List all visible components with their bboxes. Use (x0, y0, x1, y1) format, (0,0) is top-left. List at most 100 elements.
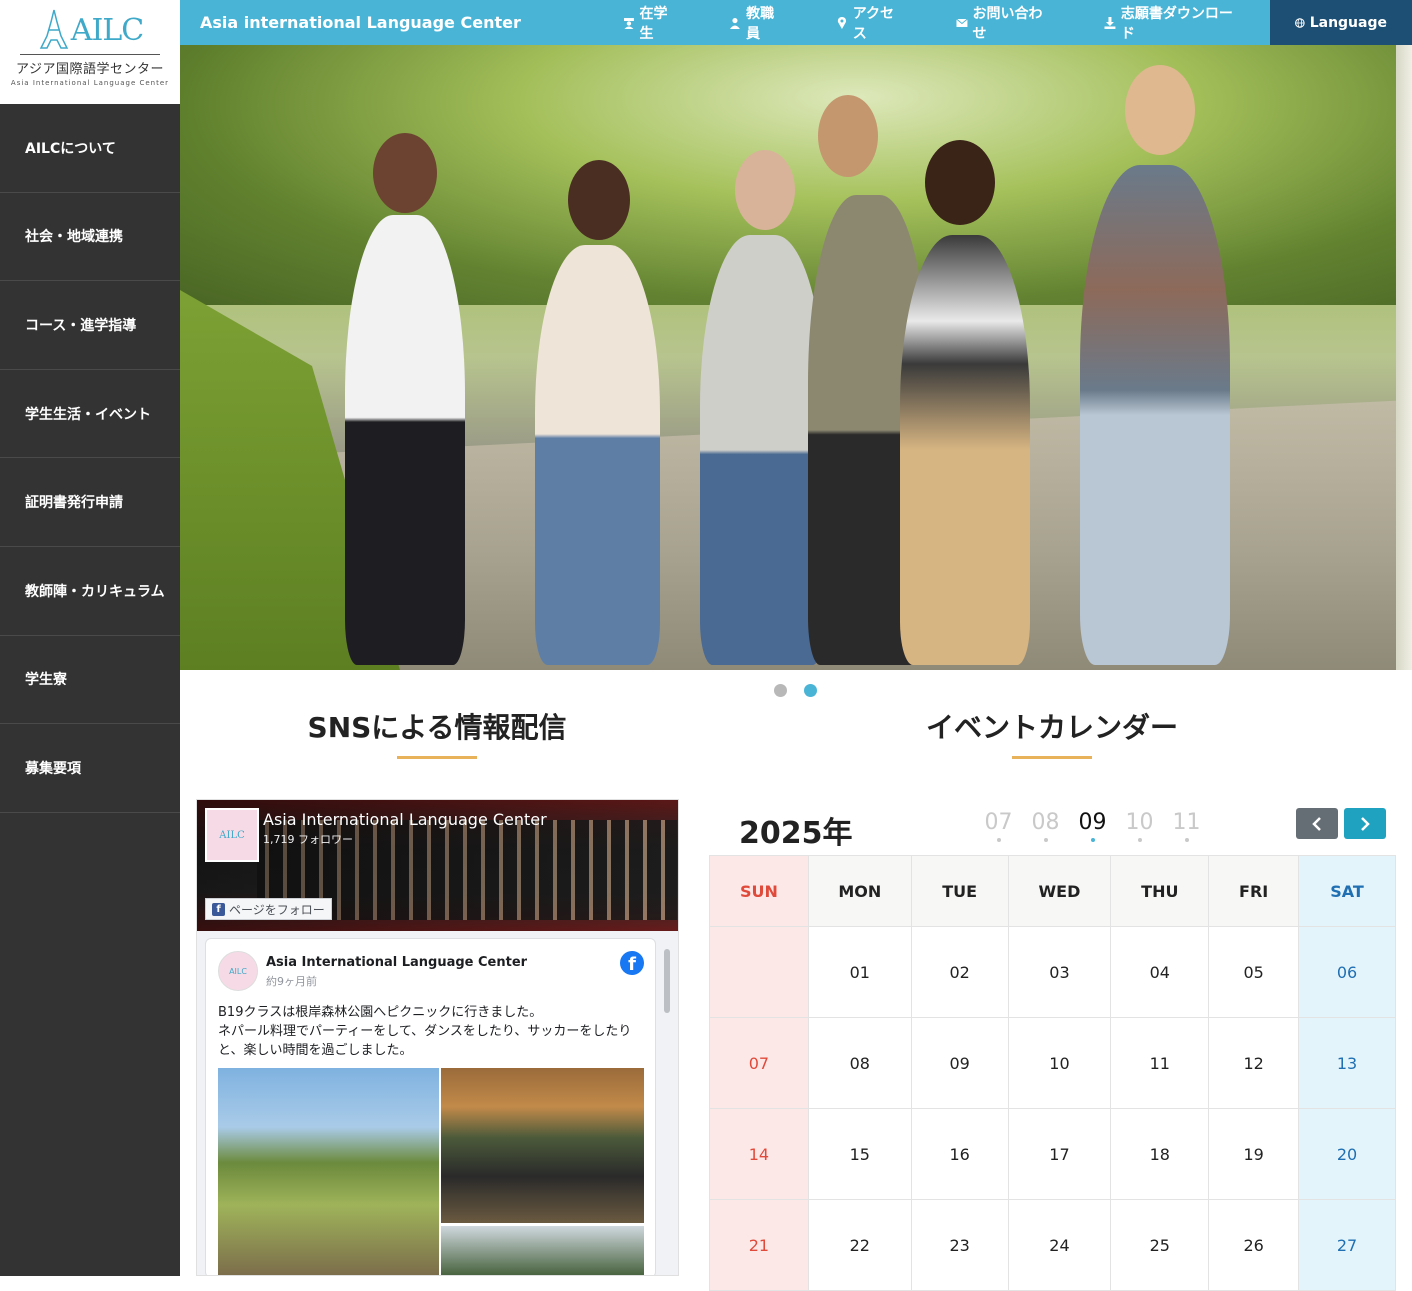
hero-student (535, 245, 660, 665)
calendar-day[interactable]: 12 (1208, 1017, 1300, 1109)
calendar-year: 2025年 (739, 816, 853, 851)
top-link-label: アクセス (852, 5, 895, 42)
top-link-contact[interactable]: お問い合わせ (932, 0, 1080, 45)
top-link-label: 志願書ダウンロード (1120, 5, 1233, 42)
calendar-day[interactable]: 15 (807, 1108, 912, 1200)
calendar-day[interactable]: 11 (1110, 1017, 1210, 1109)
calendar-day[interactable]: 08 (807, 1017, 912, 1109)
sidebar-item-dormitory[interactable]: 学生寮 (0, 636, 180, 725)
month-label: 07 (984, 810, 1013, 835)
calendar-day[interactable]: 27 (1298, 1199, 1396, 1291)
scrollbar-thumb[interactable] (664, 949, 670, 1013)
month-selector: 07 08 09 10 11 (975, 810, 1210, 842)
hero-student (700, 235, 825, 665)
calendar-day[interactable]: 18 (1110, 1108, 1210, 1200)
calendar-day[interactable]: 23 (910, 1199, 1009, 1291)
month-09-current[interactable]: 09 (1069, 810, 1116, 842)
sidebar-item-about[interactable]: AILCについて (0, 104, 180, 193)
calendar-day[interactable]: 05 (1208, 926, 1300, 1018)
logo-jp: アジア国際語学センター (16, 62, 164, 77)
top-link-label: お問い合わせ (972, 5, 1043, 42)
month-07[interactable]: 07 (975, 810, 1022, 842)
top-link-label: 在学生 (639, 5, 668, 42)
top-link-download[interactable]: 志願書ダウンロード (1080, 0, 1270, 45)
calendar-day[interactable]: 02 (910, 926, 1009, 1018)
hero-student-head (818, 95, 878, 177)
hero-student (345, 215, 465, 665)
page-avatar[interactable]: AILC (205, 808, 259, 862)
calendar-day[interactable]: 06 (1298, 926, 1396, 1018)
post-author[interactable]: Asia International Language Center (266, 955, 527, 970)
calendar-day[interactable]: 03 (1007, 926, 1112, 1018)
calendar-day[interactable]: 09 (910, 1017, 1009, 1109)
follow-page-button[interactable]: f ページをフォロー (205, 898, 332, 920)
month-11[interactable]: 11 (1163, 810, 1210, 842)
weekday-tue: TUE (910, 855, 1009, 927)
calendar-day[interactable]: 24 (1007, 1199, 1112, 1291)
weekday-wed: WED (1007, 855, 1112, 927)
post-photo-group[interactable] (441, 1068, 644, 1223)
feed-scrollbar[interactable] (663, 939, 671, 1269)
calendar-day[interactable]: 13 (1298, 1017, 1396, 1109)
logo-divider (20, 54, 160, 55)
calendar-next-button[interactable] (1344, 808, 1386, 839)
envelope-icon (955, 18, 968, 27)
page-avatar-text: AILC (219, 829, 245, 841)
facebook-widget: AILC Asia International Language Center … (196, 799, 679, 1276)
calendar-day[interactable]: 21 (709, 1199, 809, 1291)
chevron-left-icon (1312, 816, 1321, 831)
weekday-mon: MON (807, 855, 912, 927)
weekday-sun: SUN (709, 855, 809, 927)
facebook-logo-icon[interactable]: f (620, 951, 644, 975)
calendar-day[interactable]: 16 (910, 1108, 1009, 1200)
weekday-header-row: SUN MON TUE WED THU FRI SAT (709, 855, 1396, 927)
sidebar-item-admissions[interactable]: 募集要項 (0, 724, 180, 813)
month-10[interactable]: 10 (1116, 810, 1163, 842)
language-button[interactable]: Language (1270, 0, 1412, 45)
post-photo-picnic[interactable] (218, 1068, 439, 1275)
globe-icon (1295, 17, 1305, 28)
month-08[interactable]: 08 (1022, 810, 1069, 842)
calendar-day[interactable]: 10 (1007, 1017, 1112, 1109)
post-time[interactable]: 約9ヶ月前 (266, 973, 317, 989)
site-title: Asia international Language Center (200, 13, 521, 32)
calendar-day[interactable]: 04 (1110, 926, 1210, 1018)
calendar-day[interactable]: 26 (1208, 1199, 1300, 1291)
download-icon (1104, 16, 1116, 29)
top-link-staff[interactable]: 教職員 (705, 0, 812, 45)
calendar-day[interactable]: 25 (1110, 1199, 1210, 1291)
sidebar-item-faculty[interactable]: 教師陣・カリキュラム (0, 547, 180, 636)
sidebar-item-community[interactable]: 社会・地域連携 (0, 193, 180, 282)
calendar-day[interactable]: 14 (709, 1108, 809, 1200)
top-link-access[interactable]: アクセス (812, 0, 932, 45)
month-dot (1137, 838, 1142, 842)
calendar-day[interactable]: 19 (1208, 1108, 1300, 1200)
weekday-fri: FRI (1208, 855, 1300, 927)
sidebar-item-student-life[interactable]: 学生生活・イベント (0, 370, 180, 459)
calendar-prev-button[interactable] (1296, 808, 1338, 839)
language-label: Language (1309, 14, 1387, 31)
calendar-day[interactable]: 07 (709, 1017, 809, 1109)
top-link-students[interactable]: 在学生 (599, 0, 706, 45)
calendar-day[interactable]: 01 (807, 926, 912, 1018)
facebook-feed: AILC Asia International Language Center … (197, 931, 678, 1275)
calendar-day[interactable]: 20 (1298, 1108, 1396, 1200)
eiffel-tower-icon (39, 9, 69, 49)
facebook-cover-photo[interactable]: AILC Asia International Language Center … (197, 800, 678, 931)
sidebar-item-certificates[interactable]: 証明書発行申請 (0, 458, 180, 547)
calendar-day[interactable]: 17 (1007, 1108, 1112, 1200)
post-photo-trees[interactable] (441, 1226, 644, 1275)
logo[interactable]: AILC アジア国際語学センター Asia International Lang… (0, 0, 180, 104)
calendar-week: 21 22 23 24 25 26 27 (709, 1199, 1396, 1291)
hero-student-head (568, 160, 630, 240)
month-dot (996, 838, 1001, 842)
weekday-thu: THU (1110, 855, 1210, 927)
post-avatar[interactable]: AILC (218, 951, 258, 991)
slider-dot[interactable] (774, 684, 787, 697)
month-dot (1043, 838, 1048, 842)
slider-dot-active[interactable] (804, 684, 817, 697)
sidebar-item-courses[interactable]: コース・進学指導 (0, 281, 180, 370)
calendar-week: 01 02 03 04 05 06 (709, 926, 1396, 1018)
facebook-page-name[interactable]: Asia International Language Center (263, 810, 547, 829)
calendar-day[interactable]: 22 (807, 1199, 912, 1291)
